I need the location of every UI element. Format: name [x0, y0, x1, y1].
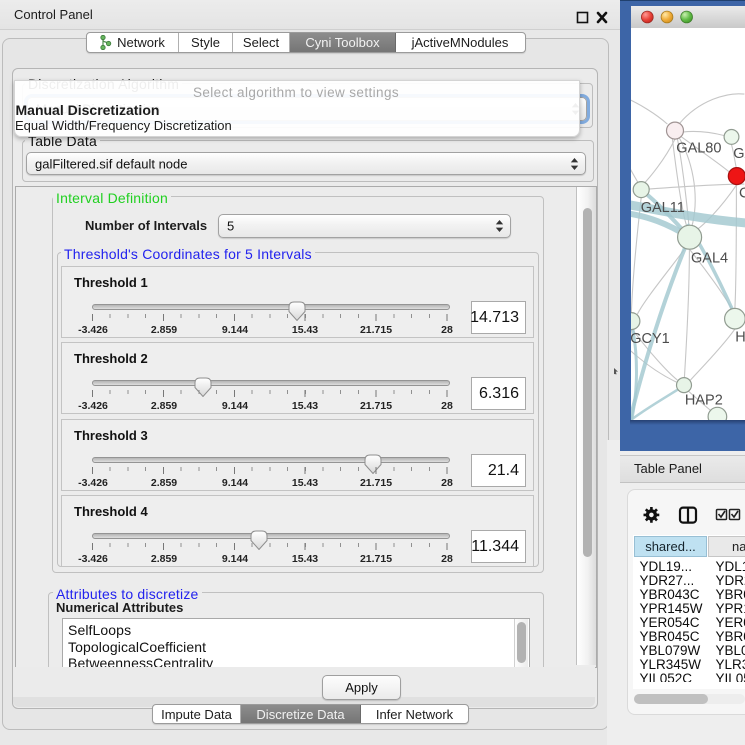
svg-text:HAP2: HAP2 [685, 393, 723, 409]
svg-text:GAL4: GAL4 [691, 251, 728, 267]
svg-text:GA: GA [733, 146, 745, 162]
svg-text:GAL80: GAL80 [676, 141, 721, 157]
svg-text:C: C [739, 186, 745, 202]
svg-text:GCY1: GCY1 [631, 331, 670, 347]
svg-text:GAL11: GAL11 [641, 200, 685, 216]
svg-text:H: H [735, 330, 745, 346]
